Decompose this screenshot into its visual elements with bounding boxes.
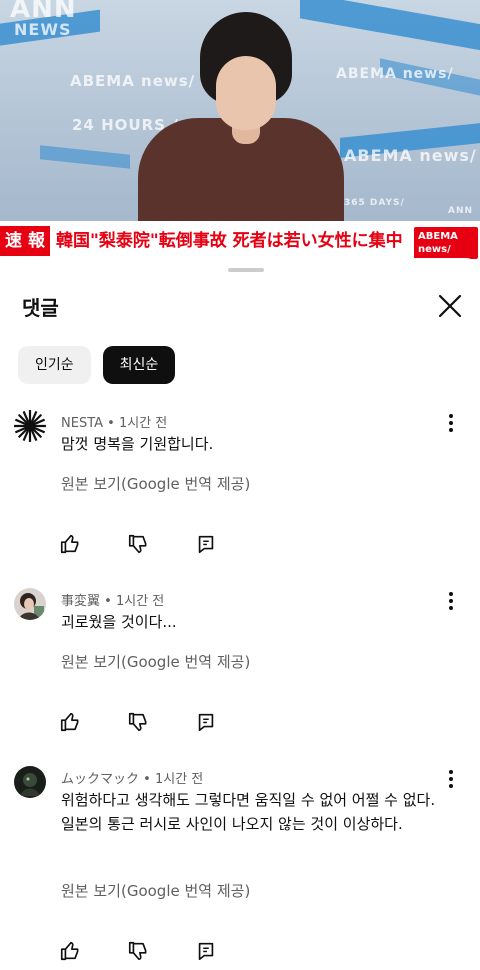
comment-text: 맘껏 명복을 기원합니다. xyxy=(61,435,214,453)
more-button[interactable] xyxy=(440,766,462,792)
avatar-photo-icon xyxy=(14,588,46,620)
news-ticker: 速 報 韓国"梨泰院"転倒事故 死者は若い女性に集中 ABEMA news/ xyxy=(0,221,480,262)
meta-separator: • xyxy=(143,772,151,787)
more-button[interactable] xyxy=(440,410,462,436)
comment-time: 1시간 전 xyxy=(118,416,168,431)
meta-separator: • xyxy=(107,416,115,431)
comment-author[interactable]: 事変翼 xyxy=(61,594,100,609)
chip-newest[interactable]: 최신순 xyxy=(102,346,176,384)
drag-handle[interactable] xyxy=(228,268,264,272)
like-icon xyxy=(60,941,79,961)
reply-button[interactable] xyxy=(188,707,224,737)
more-vert-icon xyxy=(449,414,453,432)
sort-chips: 인기순 최신순 xyxy=(18,346,176,384)
more-button[interactable] xyxy=(440,588,462,614)
comment-text: 위험하다고 생각해도 그렇다면 움직일 수 없어 어쩔 수 없다. 일본의 통근… xyxy=(61,791,436,833)
comment-actions xyxy=(52,936,256,966)
comment-time: 1시간 전 xyxy=(115,594,165,609)
avatar-dark-icon xyxy=(14,766,46,798)
corner-mark: ANN xyxy=(448,206,474,216)
meta-separator: • xyxy=(104,594,112,609)
translate-link[interactable]: 원본 보기(Google 번역 제공) xyxy=(61,880,250,901)
watermark-abema-3: ABEMA news/ xyxy=(344,146,477,165)
chip-popular[interactable]: 인기순 xyxy=(18,346,91,384)
breaking-tag: 速 報 xyxy=(0,226,50,256)
translate-link[interactable]: 원본 보기(Google 번역 제공) xyxy=(61,651,250,672)
comment-author[interactable]: ムックマック xyxy=(61,772,139,787)
more-vert-icon xyxy=(449,592,453,610)
watermark-news: NEWS xyxy=(14,20,72,39)
translate-link[interactable]: 원본 보기(Google 번역 제공) xyxy=(61,473,250,494)
dislike-button[interactable] xyxy=(120,936,156,966)
sheet-title: 댓글 xyxy=(22,296,59,320)
watermark-abema-1: ABEMA news/ xyxy=(70,72,196,90)
reply-button[interactable] xyxy=(188,529,224,559)
comment-actions xyxy=(52,529,256,559)
like-button[interactable] xyxy=(52,936,88,966)
avatar[interactable] xyxy=(14,410,46,442)
avatar-sunburst-icon xyxy=(14,410,46,442)
watermark-abema-2: ABEMA news/ xyxy=(336,66,454,82)
anchor-face xyxy=(216,56,276,130)
comment-actions xyxy=(52,707,256,737)
comment-time: 1시간 전 xyxy=(154,772,204,787)
close-icon xyxy=(438,294,462,318)
dislike-icon xyxy=(128,534,147,554)
avatar[interactable] xyxy=(14,766,46,798)
dislike-button[interactable] xyxy=(120,529,156,559)
reply-button[interactable] xyxy=(188,936,224,966)
reply-icon xyxy=(198,713,214,732)
dislike-button[interactable] xyxy=(120,707,156,737)
more-vert-icon xyxy=(449,770,453,788)
comment-text: 괴로웠을 것이다... xyxy=(61,613,177,631)
like-button[interactable] xyxy=(52,707,88,737)
avatar[interactable] xyxy=(14,588,46,620)
comment-author[interactable]: NESTA xyxy=(61,416,103,431)
video-player[interactable]: ANN NEWS ABEMA news/ ABEMA news/ ABEMA n… xyxy=(0,0,480,262)
comment-meta: NESTA • 1시간 전 xyxy=(61,412,167,431)
ticker-headline: 韓国"梨泰院"転倒事故 死者は若い女性に集中 xyxy=(56,231,403,251)
like-button[interactable] xyxy=(52,529,88,559)
reply-icon xyxy=(198,942,214,961)
like-icon xyxy=(60,712,79,732)
dislike-icon xyxy=(128,712,147,732)
watermark-365-days: 365 DAYS/ xyxy=(344,198,405,208)
reply-icon xyxy=(198,535,214,554)
dislike-icon xyxy=(128,941,147,961)
comment-meta: ムックマック • 1시간 전 xyxy=(61,768,203,787)
abema-news-logo: ABEMA news/ xyxy=(414,227,478,259)
comments-sheet: 댓글 인기순 최신순 NESTA • 1시간 전 맘껏 명복을 기원합니다. 원… xyxy=(0,258,480,970)
close-button[interactable] xyxy=(432,288,468,324)
comment-meta: 事変翼 • 1시간 전 xyxy=(61,590,164,609)
like-icon xyxy=(60,534,79,554)
